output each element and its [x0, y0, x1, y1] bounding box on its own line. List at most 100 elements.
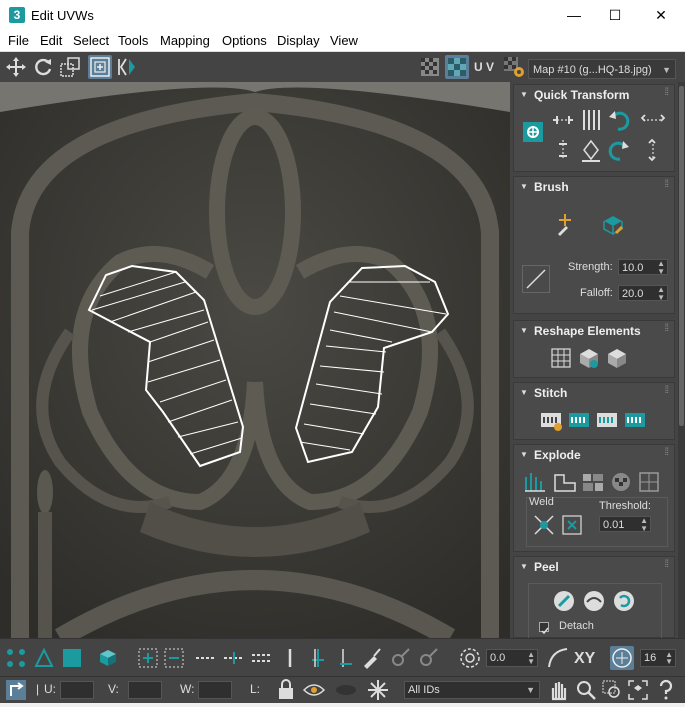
panel-scrollbar[interactable]: [678, 82, 685, 638]
flip-vertical-icon[interactable]: [640, 137, 666, 163]
menu-mapping[interactable]: Mapping: [160, 33, 210, 48]
space-vertical-icon[interactable]: [578, 107, 604, 133]
spinner-arrows-icon[interactable]: ▲ ▼: [640, 517, 648, 533]
ring-select-icon[interactable]: [250, 646, 274, 670]
spinner-arrows-icon[interactable]: ▲ ▼: [657, 286, 665, 302]
weld-target-icon[interactable]: [559, 512, 583, 536]
rollout-header[interactable]: ▼ Explode ⁞⁞: [514, 445, 674, 465]
quick-peel-icon[interactable]: [551, 588, 577, 614]
align-horizontal-icon[interactable]: [550, 107, 576, 133]
stitch-custom-icon[interactable]: [538, 407, 564, 433]
zoom-extents-icon[interactable]: [626, 678, 650, 702]
peel-mode-icon[interactable]: [581, 588, 607, 614]
paint-move-icon[interactable]: [552, 211, 578, 237]
absolute-offset-icon[interactable]: [4, 678, 28, 702]
rollout-header[interactable]: ▼ Peel ⁞⁞: [514, 557, 674, 577]
freeze-icon[interactable]: [366, 678, 390, 702]
paint-grow-icon[interactable]: [388, 646, 412, 670]
zoom-icon[interactable]: [574, 678, 598, 702]
ring-shrink-icon[interactable]: [334, 646, 358, 670]
stitch-to-target-icon[interactable]: [566, 407, 592, 433]
uv-space-toggle[interactable]: U V: [474, 60, 494, 74]
spinner-arrows-icon[interactable]: ▲ ▼: [657, 260, 665, 276]
zoom-region-icon[interactable]: [600, 678, 624, 702]
maximize-button[interactable]: ☐: [592, 0, 638, 30]
spinner-arrows-icon[interactable]: ▲ ▼: [527, 651, 535, 666]
rotate-ccw-icon[interactable]: [606, 107, 632, 133]
mirror-icon[interactable]: [115, 55, 139, 79]
w-field[interactable]: [198, 681, 232, 699]
rotation-spinner[interactable]: 0.0 ▲ ▼: [486, 649, 538, 667]
loop-grow-icon[interactable]: [222, 646, 246, 670]
menu-file[interactable]: File: [8, 33, 29, 48]
uv-viewport[interactable]: [0, 82, 510, 638]
explode-grid-icon[interactable]: [636, 469, 662, 495]
rollout-header[interactable]: ▼ Quick Transform ⁞⁞: [514, 85, 674, 105]
freeform-icon[interactable]: [88, 55, 112, 79]
texture-canvas[interactable]: [0, 82, 510, 638]
grid-snap-icon[interactable]: [610, 646, 634, 670]
help-icon[interactable]: [654, 678, 678, 702]
edge-mode-icon[interactable]: [32, 646, 56, 670]
lock-icon[interactable]: [274, 678, 298, 702]
falloff-curve-icon[interactable]: [546, 646, 570, 670]
menu-options[interactable]: Options: [222, 33, 267, 48]
weld-selected-icon[interactable]: [531, 512, 555, 536]
checker-icon[interactable]: [418, 55, 442, 79]
v-field[interactable]: [128, 681, 162, 699]
explode-material-icon[interactable]: [580, 469, 606, 495]
grid-spinner[interactable]: 16 ▲ ▼: [640, 649, 676, 667]
stitch-to-source-icon[interactable]: [622, 407, 648, 433]
straighten-icon[interactable]: [548, 345, 574, 371]
edge-select-icon[interactable]: [278, 646, 302, 670]
rollout-header[interactable]: ▼ Brush ⁞⁞: [514, 177, 674, 197]
falloff-curve-icon[interactable]: [522, 265, 550, 293]
minimize-button[interactable]: —: [551, 0, 597, 30]
xy-toggle[interactable]: XY: [574, 650, 595, 668]
ring-grow-icon[interactable]: [306, 646, 330, 670]
ids-select[interactable]: All IDs ▼: [404, 681, 540, 699]
space-horizontal-icon[interactable]: [578, 137, 604, 163]
rollout-header[interactable]: ▼ Reshape Elements ⁞⁞: [514, 321, 674, 341]
pivot-icon[interactable]: [520, 119, 543, 142]
scale-icon[interactable]: [58, 55, 82, 79]
close-button[interactable]: ✕: [638, 0, 684, 30]
explode-checker-icon[interactable]: [608, 469, 634, 495]
paint-select-icon[interactable]: [360, 646, 384, 670]
pan-icon[interactable]: [546, 678, 570, 702]
falloff-spinner[interactable]: 20.0 ▲ ▼: [618, 285, 668, 302]
move-icon[interactable]: [4, 55, 28, 79]
soft-selection-icon[interactable]: [458, 646, 482, 670]
menu-select[interactable]: Select: [73, 33, 109, 48]
menu-edit[interactable]: Edit: [40, 33, 62, 48]
threshold-spinner[interactable]: 0.01 ▲ ▼: [599, 516, 651, 533]
peel-reset-icon[interactable]: [611, 588, 637, 614]
texture-settings-icon[interactable]: [502, 55, 526, 79]
map-select[interactable]: Map #10 (g...HQ-18.jpg) ▼: [528, 59, 676, 79]
grow-selection-icon[interactable]: [136, 646, 160, 670]
unhide-icon[interactable]: [334, 678, 358, 702]
vertex-mode-icon[interactable]: [4, 646, 28, 670]
element-mode-icon[interactable]: [96, 646, 120, 670]
show-map-icon[interactable]: [445, 55, 469, 79]
explode-smoothing-icon[interactable]: [552, 469, 578, 495]
loop-select-icon[interactable]: [194, 646, 218, 670]
shrink-selection-icon[interactable]: [162, 646, 186, 670]
detach-checkbox[interactable]: [539, 622, 549, 635]
rotate-cw-icon[interactable]: [606, 137, 632, 163]
menu-display[interactable]: Display: [277, 33, 320, 48]
flip-horizontal-icon[interactable]: [640, 107, 666, 133]
relax-options-icon[interactable]: [604, 345, 630, 371]
relax-brush-icon[interactable]: [600, 211, 626, 237]
rotate-icon[interactable]: [31, 55, 55, 79]
align-vertical-icon[interactable]: [550, 137, 576, 163]
strength-spinner[interactable]: 10.0 ▲ ▼: [618, 259, 668, 276]
menu-view[interactable]: View: [330, 33, 358, 48]
u-field[interactable]: [60, 681, 94, 699]
hide-icon[interactable]: [302, 678, 326, 702]
menu-tools[interactable]: Tools: [118, 33, 148, 48]
spinner-arrows-icon[interactable]: ▲ ▼: [665, 651, 673, 666]
scrollbar-thumb[interactable]: [679, 86, 684, 426]
stitch-average-icon[interactable]: [594, 407, 620, 433]
relax-icon[interactable]: [576, 345, 602, 371]
